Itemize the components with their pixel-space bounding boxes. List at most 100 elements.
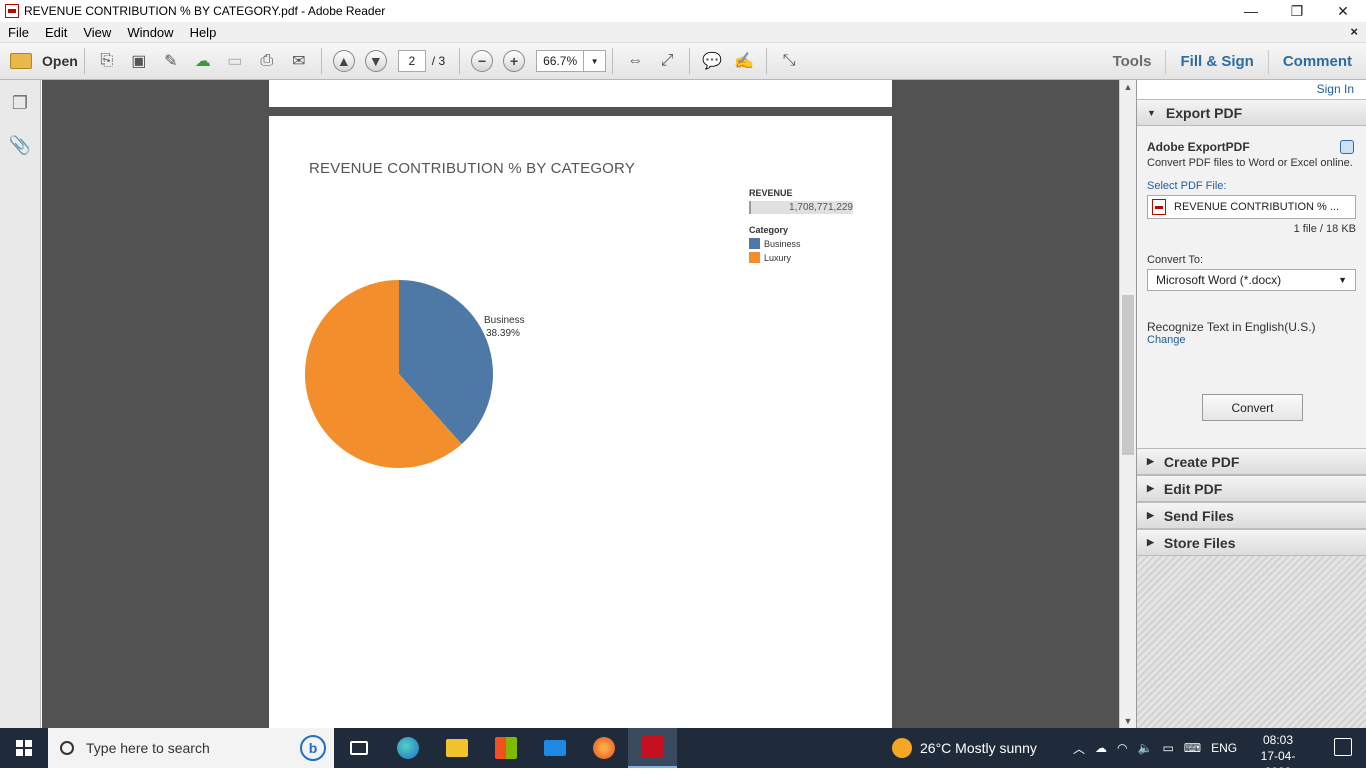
combine-files-icon[interactable]: ▣ bbox=[125, 47, 153, 75]
recognize-text-label: Recognize Text in English(U.S.) bbox=[1147, 320, 1316, 334]
convert-button[interactable]: Convert bbox=[1202, 394, 1303, 421]
convert-to-label: Convert To: bbox=[1147, 254, 1204, 266]
chart-legend: REVENUE 1,708,771,229 Category Business … bbox=[749, 188, 853, 263]
close-document-button[interactable]: × bbox=[1350, 24, 1358, 39]
revenue-label: REVENUE bbox=[749, 188, 793, 198]
notification-icon[interactable] bbox=[1334, 738, 1352, 756]
start-button[interactable] bbox=[0, 728, 48, 768]
adobe-reader-taskbar-icon[interactable] bbox=[628, 728, 677, 768]
legend-swatch-luxury bbox=[749, 252, 760, 263]
sign-in-link[interactable]: Sign In bbox=[1137, 80, 1366, 99]
legend-label-business: Business bbox=[764, 238, 801, 249]
mail-icon[interactable] bbox=[530, 728, 579, 768]
toolbar-right: Tools Fill & Sign Comment bbox=[1099, 43, 1366, 80]
pie-label-name: Business bbox=[484, 315, 525, 326]
comment-link[interactable]: Comment bbox=[1267, 49, 1366, 74]
send-files-header[interactable]: ▶ Send Files bbox=[1137, 502, 1366, 529]
show-hidden-icons-icon[interactable]: ︿ bbox=[1073, 740, 1085, 757]
restore-button[interactable]: ❐ bbox=[1274, 0, 1320, 22]
vertical-scrollbar[interactable]: ▲ ▼ bbox=[1119, 80, 1136, 728]
tools-link[interactable]: Tools bbox=[1099, 50, 1166, 74]
search-placeholder: Type here to search bbox=[86, 740, 210, 756]
zoom-dropdown-icon[interactable]: ▼ bbox=[584, 50, 607, 72]
close-button[interactable]: ✕ bbox=[1320, 0, 1366, 22]
system-clock[interactable]: 08:03 17-04-2023 bbox=[1248, 732, 1308, 780]
fit-page-icon[interactable]: ⤢ bbox=[653, 47, 681, 75]
document-viewer[interactable]: REVENUE CONTRIBUTION % BY CATEGORY REVEN… bbox=[42, 80, 1119, 728]
pie-chart bbox=[305, 280, 493, 468]
open-button[interactable]: Open bbox=[10, 53, 78, 69]
create-pdf-header[interactable]: ▶ Create PDF bbox=[1137, 448, 1366, 475]
previous-page-icon[interactable]: ▲ bbox=[332, 50, 355, 72]
edge-browser-icon[interactable] bbox=[383, 728, 432, 768]
pdf-file-icon bbox=[1152, 199, 1166, 215]
page-thumbnails-icon[interactable]: ❐ bbox=[10, 92, 30, 114]
next-page-icon[interactable]: ▼ bbox=[364, 50, 387, 72]
fit-width-icon[interactable]: ⇔ bbox=[621, 47, 649, 75]
bing-icon[interactable]: b bbox=[300, 735, 326, 761]
attachments-icon[interactable]: 📎 bbox=[9, 134, 31, 156]
file-explorer-icon[interactable] bbox=[432, 728, 481, 768]
send-files-label: Send Files bbox=[1163, 507, 1234, 524]
clock-time: 08:03 bbox=[1262, 733, 1294, 747]
print-icon[interactable]: ⎙ bbox=[253, 47, 281, 75]
store-files-header[interactable]: ▶ Store Files bbox=[1137, 529, 1366, 556]
edit-pdf-header[interactable]: ▶ Edit PDF bbox=[1137, 475, 1366, 502]
convert-to-value: Microsoft Word (*.docx) bbox=[1156, 273, 1282, 287]
keyboard-icon[interactable]: ⌨ bbox=[1184, 741, 1201, 755]
menu-edit[interactable]: Edit bbox=[37, 25, 75, 40]
open-label: Open bbox=[42, 53, 78, 69]
language-indicator[interactable]: ENG bbox=[1211, 741, 1237, 755]
zoom-in-icon[interactable]: + bbox=[503, 50, 526, 72]
edit-document-icon[interactable]: ✎ bbox=[157, 47, 185, 75]
onedrive-icon[interactable]: ☁ bbox=[1095, 741, 1107, 755]
firefox-icon[interactable] bbox=[579, 728, 628, 768]
folder-icon bbox=[10, 53, 32, 69]
weather-text: 26°C Mostly sunny bbox=[920, 740, 1037, 756]
expand-icon: ▶ bbox=[1147, 483, 1154, 493]
export-pdf-header[interactable]: ▼ Export PDF bbox=[1137, 99, 1366, 126]
toolbar-separator bbox=[689, 48, 691, 74]
expand-icon: ▶ bbox=[1147, 510, 1154, 520]
menu-file[interactable]: File bbox=[0, 25, 37, 40]
page-number-input[interactable]: 2 bbox=[397, 50, 426, 72]
chart-title: REVENUE CONTRIBUTION % BY CATEGORY bbox=[309, 160, 636, 177]
scroll-up-icon[interactable]: ▲ bbox=[1120, 80, 1136, 94]
taskbar-search[interactable]: Type here to search b bbox=[48, 728, 334, 768]
fill-sign-link[interactable]: Fill & Sign bbox=[1165, 49, 1267, 74]
minimize-button[interactable]: — bbox=[1228, 0, 1274, 22]
menu-view[interactable]: View bbox=[75, 25, 119, 40]
create-pdf-icon[interactable]: ⎘ bbox=[93, 47, 121, 75]
store-files-label: Store Files bbox=[1163, 534, 1236, 551]
window-controls: — ❐ ✕ bbox=[1228, 0, 1366, 22]
weather-widget[interactable]: 26°C Mostly sunny bbox=[892, 728, 1037, 768]
microsoft-store-icon[interactable] bbox=[481, 728, 530, 768]
adobe-reader-icon bbox=[5, 4, 19, 18]
expand-icon: ▶ bbox=[1147, 537, 1154, 547]
edit-pdf-label: Edit PDF bbox=[1163, 480, 1223, 497]
window-title: REVENUE CONTRIBUTION % BY CATEGORY.pdf -… bbox=[24, 4, 386, 18]
sticky-note-icon[interactable]: 💬 bbox=[698, 47, 726, 75]
task-view-icon[interactable] bbox=[334, 728, 383, 768]
zoom-out-icon[interactable]: − bbox=[471, 50, 494, 72]
zoom-level-input[interactable]: 66.7% bbox=[536, 50, 585, 72]
menu-window[interactable]: Window bbox=[119, 25, 181, 40]
export-info-icon[interactable] bbox=[1340, 140, 1354, 154]
scroll-thumb[interactable] bbox=[1122, 295, 1134, 455]
email-icon[interactable]: ✉ bbox=[285, 47, 313, 75]
export-pdf-panel: Adobe ExportPDF Convert PDF files to Wor… bbox=[1137, 126, 1366, 448]
export-title: Adobe ExportPDF bbox=[1147, 140, 1250, 154]
menu-help[interactable]: Help bbox=[182, 25, 225, 40]
convert-to-select[interactable]: Microsoft Word (*.docx) ▼ bbox=[1147, 269, 1356, 291]
volume-icon[interactable]: 🔈 bbox=[1138, 741, 1153, 755]
change-language-link[interactable]: Change bbox=[1147, 334, 1356, 346]
legend-title: Category bbox=[749, 225, 789, 235]
scroll-down-icon[interactable]: ▼ bbox=[1120, 714, 1136, 728]
save-icon[interactable]: ▭ bbox=[221, 47, 249, 75]
wifi-icon[interactable]: ◠ bbox=[1117, 741, 1127, 755]
highlight-icon[interactable]: ✍ bbox=[730, 47, 758, 75]
meet-now-icon[interactable]: ▭ bbox=[1162, 741, 1173, 755]
selected-file-field[interactable]: REVENUE CONTRIBUTION % ... bbox=[1147, 195, 1356, 219]
full-screen-icon[interactable]: ⤡ bbox=[775, 47, 803, 75]
upload-cloud-icon[interactable]: ☁ bbox=[189, 47, 217, 75]
